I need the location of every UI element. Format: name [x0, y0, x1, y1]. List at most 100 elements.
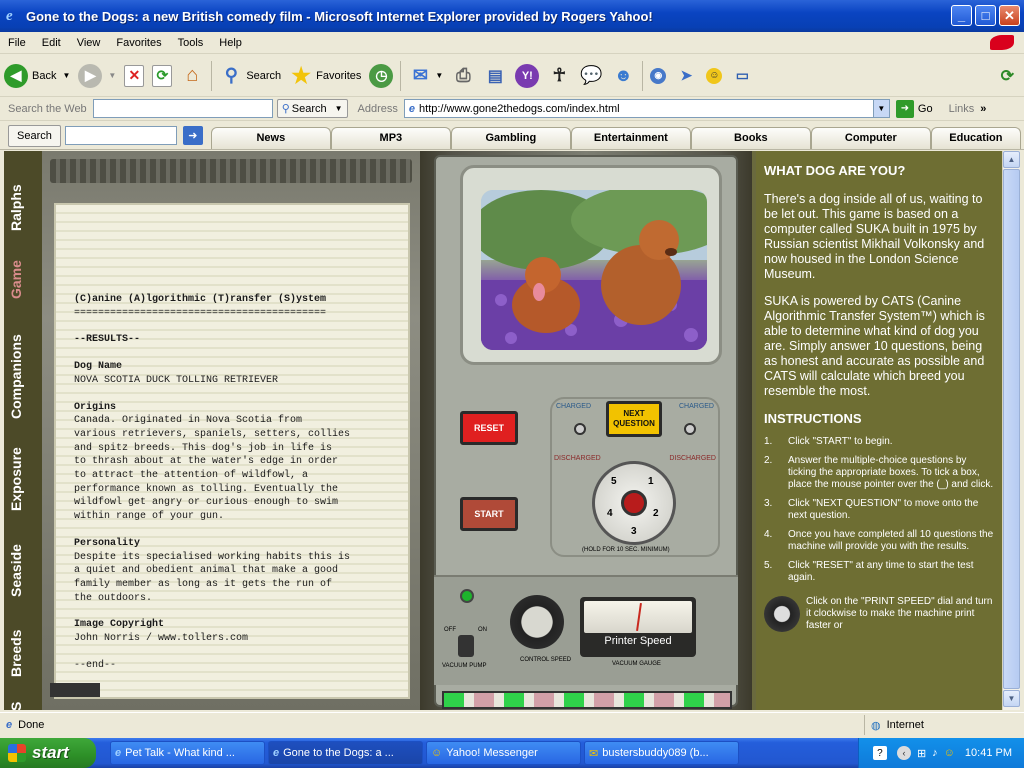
- personality-label: Personality: [74, 537, 141, 549]
- discuss-button[interactable]: 💬: [575, 59, 607, 93]
- messenger-button[interactable]: Y!: [511, 59, 543, 93]
- tab-computer[interactable]: Computer: [810, 126, 931, 149]
- nav-exposure[interactable]: Exposure: [8, 447, 24, 511]
- menu-file[interactable]: File: [0, 37, 34, 49]
- minimize-button[interactable]: _: [951, 5, 972, 26]
- refresh-button[interactable]: ⟳: [148, 59, 176, 93]
- yahoo-search-input[interactable]: [64, 126, 177, 145]
- go-button[interactable]: ➜ Go: [895, 99, 933, 118]
- address-input[interactable]: e http://www.gone2thedogs.com/index.html…: [403, 99, 890, 118]
- scroll-up-button[interactable]: ▲: [1003, 151, 1020, 168]
- dial-tip: Click on the "PRINT SPEED" dial and turn…: [764, 596, 994, 632]
- mail-button[interactable]: ✉ ▼: [404, 59, 447, 93]
- taskbar-item-bustersbuddy[interactable]: ✉ bustersbuddy089 (b...: [584, 741, 739, 765]
- printout-header: (C)anine (A)lgorithmic (T)ransfer (S)yst…: [74, 294, 327, 305]
- scroll-thumb[interactable]: [1003, 169, 1020, 689]
- start-button[interactable]: start: [0, 738, 96, 768]
- home-button[interactable]: ⌂: [176, 59, 208, 93]
- instruction-item: 2. Answer the multiple-choice questions b…: [764, 455, 994, 490]
- menu-tools[interactable]: Tools: [170, 37, 212, 49]
- yahoo-search-go-icon[interactable]: ➜: [182, 126, 203, 145]
- favorites-button[interactable]: ★ Favorites: [285, 59, 365, 93]
- start-button[interactable]: START: [460, 497, 518, 531]
- edit-button[interactable]: ▤: [479, 59, 511, 93]
- menu-favorites[interactable]: Favorites: [108, 37, 169, 49]
- status-text: Done: [18, 718, 45, 731]
- control-speed-knob[interactable]: [510, 595, 564, 649]
- contacts-button[interactable]: ☻: [607, 59, 639, 93]
- address-dropdown-button[interactable]: ▼: [872, 100, 889, 117]
- nav-more[interactable]: S: [8, 702, 24, 710]
- question-dial[interactable]: 1 2 3 4 5: [592, 461, 676, 545]
- ie-icon: e: [6, 8, 13, 24]
- tab-entertainment[interactable]: Entertainment: [570, 126, 691, 149]
- run-button[interactable]: ☥: [543, 59, 575, 93]
- tab-books[interactable]: Books: [690, 126, 811, 149]
- extra-tool-1[interactable]: ◉: [646, 59, 670, 93]
- lower-control-panel: OFF ON VACUUM PUMP CONTROL SPEED Printer…: [434, 575, 738, 685]
- scroll-down-button[interactable]: ▼: [1003, 690, 1020, 707]
- go-arrow-icon: ➜: [895, 99, 914, 118]
- taskbar-item-pet-talk[interactable]: e Pet Talk - What kind ...: [110, 741, 265, 765]
- history-icon: ◷: [369, 63, 394, 88]
- menu-help[interactable]: Help: [211, 37, 250, 49]
- close-button[interactable]: ✕: [999, 5, 1020, 26]
- printout-results: --RESULTS--: [74, 334, 141, 346]
- charged-left-label: CHARGED: [556, 403, 592, 410]
- yahoo-search-button[interactable]: Search: [8, 124, 61, 147]
- nav-breeds[interactable]: Breeds: [8, 630, 24, 677]
- tab-education[interactable]: Education: [930, 126, 1021, 149]
- copyright-label: Image Copyright: [74, 619, 165, 631]
- stop-button[interactable]: ✕: [120, 59, 148, 93]
- search-button[interactable]: ⚲ Search: [215, 59, 285, 93]
- running-man-icon: ☥: [552, 65, 567, 85]
- refresh-icon: ⟳: [152, 64, 173, 87]
- double-chevron-icon[interactable]: »: [980, 103, 986, 115]
- help-icon[interactable]: ?: [872, 746, 887, 760]
- maximize-button[interactable]: □: [975, 5, 996, 26]
- dog-name: NOVA SCOTIA DUCK TOLLING RETRIEVER: [74, 374, 279, 386]
- extra-tool-2[interactable]: ➤: [670, 59, 702, 93]
- tab-gambling[interactable]: Gambling: [450, 126, 571, 149]
- nav-game[interactable]: Game: [8, 260, 24, 299]
- nav-seaside[interactable]: Seaside: [8, 544, 24, 597]
- volume-icon[interactable]: ♪: [932, 747, 938, 759]
- forward-button[interactable]: ▶ ▼: [74, 59, 120, 93]
- taskbar: start e Pet Talk - What kind ... e Gone to…: [0, 738, 1024, 768]
- extra-tool-4[interactable]: ▭: [726, 59, 758, 93]
- tab-news[interactable]: News: [210, 126, 331, 149]
- search-web-input[interactable]: [92, 99, 273, 118]
- edit-page-icon: ▤: [487, 67, 503, 85]
- taskbar-item-gone-to-the-dogs[interactable]: e Gone to the Dogs: a ...: [268, 741, 423, 765]
- messenger-tray-icon[interactable]: ☺: [944, 747, 955, 759]
- next-question-button[interactable]: NEXT QUESTION: [606, 401, 662, 437]
- back-label: Back: [32, 69, 57, 82]
- taskbar-item-yahoo-messenger[interactable]: ☺ Yahoo! Messenger: [426, 741, 581, 765]
- menu-view[interactable]: View: [69, 37, 109, 49]
- vacuum-pump-switch[interactable]: [458, 635, 474, 657]
- printer-speed-dial[interactable]: Printer Speed: [580, 597, 696, 657]
- search-web-button[interactable]: ⚲ Search ▼: [276, 99, 348, 118]
- dial-number-3: 3: [631, 526, 637, 537]
- nav-companions[interactable]: Companions: [8, 334, 24, 419]
- tray-expand-icon[interactable]: ‹: [896, 746, 911, 760]
- vertical-scrollbar[interactable]: ▲ ▼: [1002, 151, 1020, 710]
- address-bar-row: Search the Web ⚲ Search ▼ Address e http…: [0, 97, 1024, 121]
- toolbar-separator: [400, 60, 402, 91]
- history-button[interactable]: ◷: [365, 59, 397, 93]
- menu-edit[interactable]: Edit: [34, 37, 69, 49]
- back-arrow-icon: ◀: [4, 63, 28, 88]
- extra-tool-3[interactable]: ☺: [702, 59, 726, 93]
- answer-keys[interactable]: [442, 691, 732, 709]
- yahoo-tab-strip: News MP3 Gambling Entertainment Books Co…: [210, 123, 1021, 149]
- reset-button[interactable]: RESET: [460, 411, 518, 445]
- dial-tip-text: Click on the "PRINT SPEED" dial and turn…: [806, 596, 993, 631]
- search-web-label: Search the Web: [8, 102, 87, 115]
- links-label[interactable]: Links: [949, 103, 975, 115]
- back-button[interactable]: ◀ Back ▼: [0, 59, 74, 93]
- nav-ralphs[interactable]: Ralphs: [8, 184, 24, 231]
- tab-mp3[interactable]: MP3: [330, 126, 451, 149]
- print-button[interactable]: ⎙: [447, 59, 479, 93]
- network-icon[interactable]: ⊞: [917, 747, 926, 760]
- cursor-icon: ➤: [680, 67, 693, 83]
